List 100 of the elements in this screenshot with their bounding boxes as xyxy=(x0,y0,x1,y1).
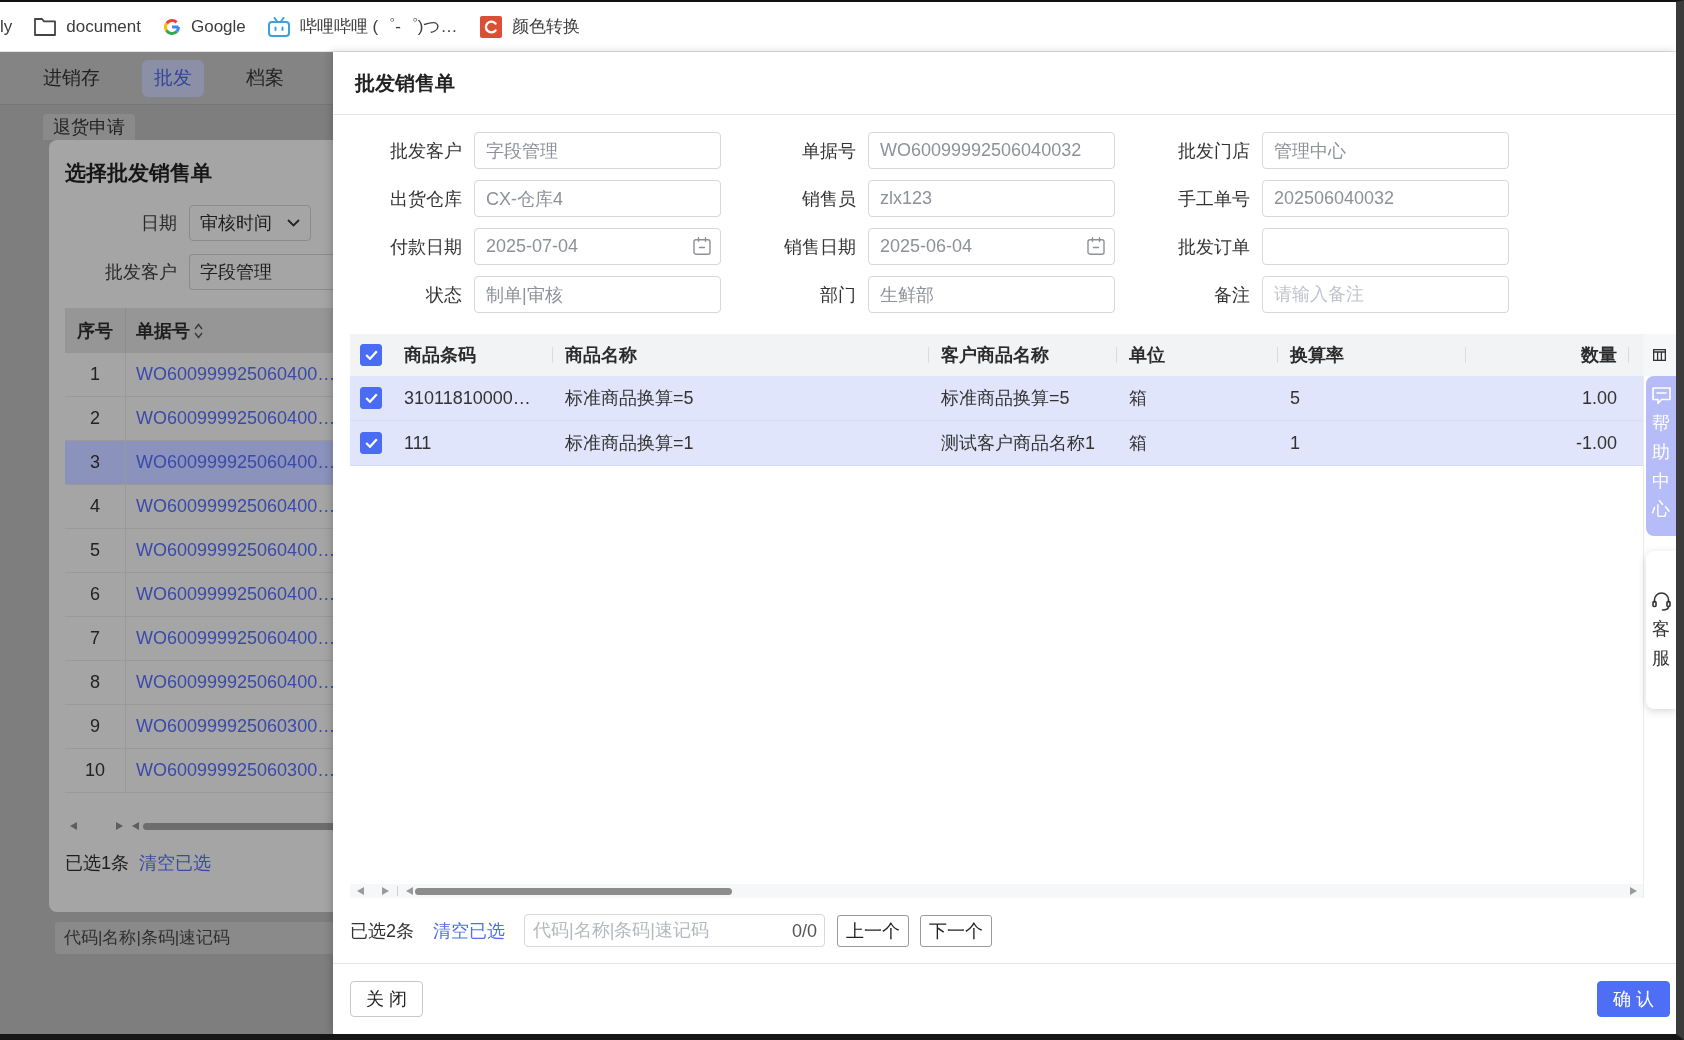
field-label: 日期 xyxy=(140,212,177,235)
field-label: 批发客户 xyxy=(104,261,177,284)
calendar-icon[interactable] xyxy=(693,237,711,255)
document-link[interactable]: WO600999925060400… xyxy=(136,408,333,429)
g-logo-icon xyxy=(162,17,181,36)
field-label: 批发订单 xyxy=(1177,235,1250,259)
table-cell-text: 箱 xyxy=(1128,432,1148,455)
table-cell-text: 标准商品换算=1 xyxy=(564,432,695,455)
dialog-title: 选择批发销售单 xyxy=(65,160,213,186)
calendar-icon[interactable] xyxy=(1087,237,1105,255)
tv-icon xyxy=(267,16,290,37)
table-row[interactable]: 4 WO600999925060400… xyxy=(65,485,333,529)
column-header[interactable]: 单据号 xyxy=(126,308,333,353)
table-row[interactable]: 6 WO600999925060400… xyxy=(65,573,333,617)
nav-tab[interactable]: 档案 xyxy=(234,59,296,97)
field-label: 付款日期 xyxy=(389,235,462,259)
input-field[interactable] xyxy=(1262,228,1509,265)
scroll-left-icon[interactable] xyxy=(357,887,364,895)
document-link[interactable]: WO600999925060400… xyxy=(136,540,333,561)
row-number: 3 xyxy=(65,441,126,484)
table-row[interactable]: 9 WO600999925060300… xyxy=(65,705,333,749)
row-number: 5 xyxy=(65,529,126,572)
row-number: 4 xyxy=(65,485,126,528)
table-row[interactable]: 5 WO600999925060400… xyxy=(65,529,333,573)
table-row[interactable]: 3 WO600999925060400… xyxy=(65,441,333,485)
headset-icon xyxy=(1651,591,1671,611)
table-cell-text: 标准商品换算=5 xyxy=(940,387,1071,410)
table-cell-text: 31011810000… xyxy=(403,386,532,410)
table-row[interactable]: 10 WO600999925060300… xyxy=(65,749,333,793)
table-row[interactable]: 8 WO600999925060400… xyxy=(65,661,333,705)
chevron-down-icon xyxy=(287,219,300,227)
row-number: 10 xyxy=(65,749,126,792)
c-logo-icon xyxy=(479,15,502,38)
clear-selection-link[interactable]: 清空已选 xyxy=(139,851,211,875)
document-link[interactable]: WO600999925060300… xyxy=(136,716,333,737)
tick-icon xyxy=(364,350,378,360)
bookmark[interactable]: ly xyxy=(0,11,13,42)
scroll-left-icon[interactable] xyxy=(70,822,77,830)
document-link[interactable]: WO600999925060400… xyxy=(136,496,333,517)
column-header: 数量 xyxy=(1466,334,1629,376)
checkbox[interactable] xyxy=(360,387,382,409)
input-field[interactable]: 请输入备注 xyxy=(1262,276,1509,313)
table-row[interactable]: 2 WO600999925060400… xyxy=(65,397,333,441)
column-header: 商品名称 xyxy=(553,334,929,376)
table-cell-text: 1 xyxy=(1289,431,1301,455)
document-link[interactable]: WO600999925060300… xyxy=(136,760,333,781)
input-field[interactable]: 字段管理 xyxy=(189,254,333,290)
bookmark[interactable]: 颜色转换 xyxy=(479,11,580,42)
scrollbar-thumb[interactable] xyxy=(415,887,732,895)
sort-icon[interactable] xyxy=(194,322,203,339)
row-number: 6 xyxy=(65,573,126,616)
next-button[interactable]: 下一个 xyxy=(920,914,992,947)
column-header: 单位 xyxy=(1117,334,1278,376)
field-label: 单据号 xyxy=(801,139,856,163)
close-button[interactable]: 关 闭 xyxy=(350,981,423,1017)
search-field[interactable]: 代码|名称|条码|速记码 xyxy=(55,922,333,954)
confirm-button[interactable]: 确 认 xyxy=(1597,981,1670,1017)
nav-tab[interactable]: 批发 xyxy=(142,59,204,97)
field-label: 批发客户 xyxy=(389,139,462,163)
scrollbar-thumb[interactable] xyxy=(143,822,333,830)
folder-icon xyxy=(34,17,57,36)
scroll-right-icon[interactable] xyxy=(1630,887,1637,895)
columns-icon[interactable] xyxy=(1653,349,1666,361)
nav-tab[interactable]: 进销存 xyxy=(31,59,112,97)
tick-icon xyxy=(364,393,378,403)
document-link[interactable]: WO600999925060400… xyxy=(136,628,333,649)
checkbox[interactable] xyxy=(360,432,382,454)
bookmark[interactable]: document xyxy=(34,11,141,42)
previous-button[interactable]: 上一个 xyxy=(837,914,909,947)
table-cell-text: 1.00 xyxy=(1580,386,1618,410)
document-link[interactable]: WO600999925060400… xyxy=(136,672,333,693)
table-row[interactable]: 7 WO600999925060400… xyxy=(65,617,333,661)
clear-selection-link[interactable]: 清空已选 xyxy=(433,918,505,943)
checkbox[interactable] xyxy=(360,344,382,366)
scroll-right-icon[interactable] xyxy=(116,822,123,830)
scroll-left-icon[interactable] xyxy=(132,822,139,830)
table-row[interactable]: 1 WO600999925060400… xyxy=(65,353,333,397)
table-cell-text: -1.00 xyxy=(1574,431,1618,455)
page-tab[interactable]: 退货申请 xyxy=(43,114,135,140)
column-header: 换算率 xyxy=(1278,334,1466,376)
scrollbar-track[interactable] xyxy=(350,884,1643,898)
document-link[interactable]: WO600999925060400… xyxy=(136,364,333,385)
column-header: 商品条码 xyxy=(392,334,553,376)
bookmark[interactable]: Google xyxy=(162,11,246,42)
tick-icon xyxy=(364,438,378,448)
customer-service-tab[interactable]: 客服 xyxy=(1646,551,1676,709)
selection-count: 已选1条 xyxy=(65,852,129,875)
row-number: 8 xyxy=(65,661,126,704)
select-field[interactable]: 审核时间 xyxy=(189,205,311,241)
document-link[interactable]: WO600999925060400… xyxy=(136,452,333,473)
field-label: 批发门店 xyxy=(1177,139,1250,163)
field-label: 出货仓库 xyxy=(389,187,462,211)
document-link[interactable]: WO600999925060400… xyxy=(136,584,333,605)
row-number: 1 xyxy=(65,353,126,396)
scroll-right-icon[interactable] xyxy=(382,887,389,895)
field-label: 销售日期 xyxy=(783,235,856,259)
bookmark[interactable]: 哔哩哔哩 (゜-゜)つ… xyxy=(267,11,458,42)
field-label: 状态 xyxy=(425,283,462,307)
scroll-left-icon[interactable] xyxy=(406,887,413,895)
table-cell-text: 5 xyxy=(1289,386,1301,410)
